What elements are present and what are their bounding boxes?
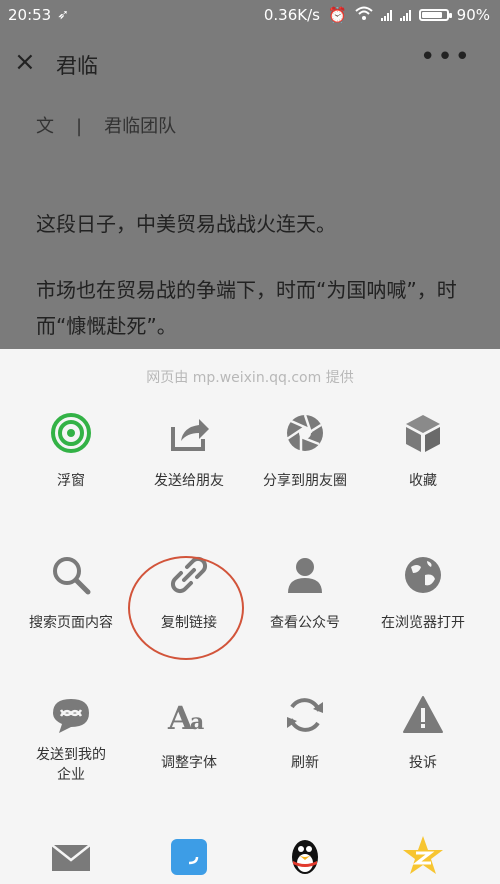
copy-link-highlight-circle [128, 556, 244, 660]
page-title: 君临 [56, 54, 98, 78]
refresh-icon [287, 698, 323, 732]
font-size-icon: Aa [167, 699, 204, 737]
option-label: 在浏览器打开 [381, 615, 465, 631]
byline-separator: | [76, 116, 83, 137]
option-label: 搜索页面内容 [29, 615, 113, 631]
option-label: 查看公众号 [270, 615, 340, 631]
search-page-button[interactable]: 搜索页面内容 [16, 553, 126, 633]
battery-percent: 90% [456, 6, 490, 24]
floating-window-button[interactable]: 浮窗 [16, 411, 126, 491]
status-time: 20:53 [8, 6, 52, 24]
paragraph: 市场也在贸易战的争端下，时而“为国呐喊”，时而“慷慨赴死”。 [36, 278, 457, 338]
blue-app-icon [171, 839, 207, 875]
view-official-account-button[interactable]: 查看公众号 [250, 553, 360, 633]
send-to-friend-button[interactable]: 发送给朋友 [134, 411, 244, 491]
battery-icon [418, 9, 452, 21]
option-label: 收藏 [409, 473, 437, 489]
alarm-icon: ⏰ [327, 6, 347, 24]
wifi-icon [354, 6, 373, 24]
signal-2-icon [399, 9, 411, 21]
share-sheet: 网页由 mp.weixin.qq.com 提供 浮窗 发送给朋友 分享到朋友圈 … [0, 349, 500, 884]
option-label: 发送给朋友 [154, 473, 224, 489]
qzone-star-icon [403, 836, 443, 874]
person-icon [288, 558, 322, 593]
byline: 文 | 君临团队 [36, 112, 476, 138]
option-label: 分享到朋友圈 [263, 473, 347, 489]
author-name[interactable]: 君临团队 [104, 116, 176, 137]
send-to-enterprise-button[interactable]: 发送到我的 企业 [16, 693, 126, 785]
qzone-button[interactable] [368, 833, 478, 877]
warning-icon [403, 696, 443, 733]
favorite-button[interactable]: 收藏 [368, 411, 478, 491]
refresh-button[interactable]: 刷新 [250, 693, 360, 773]
paragraph: 这段日子，中美贸易战战火连天。 [36, 212, 336, 236]
qq-penguin-icon [292, 840, 318, 874]
send-mail-button[interactable] [16, 833, 126, 877]
moments-aperture-icon [286, 414, 323, 451]
adjust-font-button[interactable]: Aa 调整字体 [134, 693, 244, 773]
svg-text:a: a [190, 709, 204, 735]
article-body: 文 | 君临团队 这段日子，中美贸易战战火连天。 市场也在贸易战的争端下，时而“为国… [36, 112, 476, 338]
signal-1-icon [380, 9, 392, 21]
mail-icon [51, 844, 91, 871]
blue-app-button[interactable] [134, 833, 244, 877]
option-label: 调整字体 [161, 755, 217, 771]
option-label: 浮窗 [57, 473, 85, 489]
byline-prefix: 文 [36, 116, 54, 137]
option-label: 投诉 [409, 755, 437, 771]
close-icon[interactable]: × [14, 46, 36, 78]
share-forward-icon [171, 419, 209, 451]
share-moments-button[interactable]: 分享到朋友圈 [250, 411, 360, 491]
bird-notification-icon: ➶ [57, 7, 69, 23]
enterprise-icon [53, 699, 89, 733]
floating-window-icon [51, 413, 91, 453]
more-options-icon[interactable]: ••• [420, 42, 472, 72]
status-bar: 20:53 ➶ 0.36K/s ⏰ 90% [0, 0, 500, 32]
option-label: 刷新 [291, 755, 319, 771]
open-in-browser-button[interactable]: 在浏览器打开 [368, 553, 478, 633]
globe-icon [405, 557, 441, 593]
option-label: 发送到我的 企业 [36, 747, 106, 783]
navigation-bar: × 君临 ••• [0, 32, 500, 94]
favorite-cube-icon [406, 415, 440, 452]
search-icon [53, 557, 91, 595]
network-speed: 0.36K/s [263, 6, 320, 24]
provider-notice: 网页由 mp.weixin.qq.com 提供 [146, 370, 354, 386]
qq-button[interactable] [250, 833, 360, 877]
report-button[interactable]: 投诉 [368, 693, 478, 773]
